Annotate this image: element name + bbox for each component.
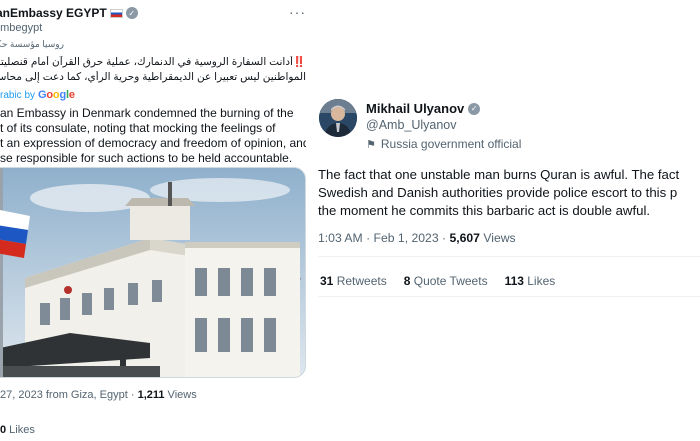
avatar[interactable] xyxy=(319,99,357,137)
right-tweet: Mikhail Ulyanov ✓ @Amb_Ulyanov ⚑ Russia … xyxy=(306,88,700,303)
divider xyxy=(318,256,700,257)
left-tweet-header: anEmbassy EGYPT ✓ embegypt ··· xyxy=(0,2,312,36)
avatar-portrait-icon xyxy=(319,99,357,137)
translated-by-google[interactable]: rabic by Google xyxy=(0,89,75,101)
right-views-count: 5,607 xyxy=(449,231,480,245)
divider xyxy=(318,296,700,297)
left-views-label: Views xyxy=(164,389,197,401)
left-tweet-body: an Embassy in Denmark condemned the burn… xyxy=(0,106,310,166)
translated-by-label: rabic by xyxy=(0,89,36,101)
double-exclamation-icon: ‼️ xyxy=(292,56,306,68)
right-views-label: Views xyxy=(479,231,516,245)
left-body-line: an Embassy in Denmark condemned the burn… xyxy=(0,106,294,120)
quote-tweets-stat[interactable]: 8 Quote Tweets xyxy=(404,274,488,288)
embassy-building-illustration xyxy=(0,168,305,377)
right-display-name[interactable]: Mikhail Ulyanov xyxy=(366,101,464,116)
right-handle[interactable]: @Amb_Ulyanov xyxy=(366,118,457,132)
left-handle[interactable]: embegypt xyxy=(0,22,42,34)
right-timestamp[interactable]: 1:03 AM · Feb 1, 2023 · xyxy=(318,231,449,245)
left-body-line: t of its consulate, noting that mocking … xyxy=(0,121,276,135)
left-account-label: روسيا مؤسسة حكو xyxy=(0,39,64,49)
government-label-text: Russia government official xyxy=(380,137,522,151)
left-tweet-meta: 27, 2023 from Giza, Egypt · 1,211 Views xyxy=(0,389,197,401)
russia-flag-icon xyxy=(109,8,123,18)
left-tweet-stats[interactable]: 0 Likes xyxy=(0,424,35,436)
left-display-name[interactable]: anEmbassy EGYPT xyxy=(0,6,107,20)
right-tweet-stats: 31 Retweets 8 Quote Tweets 113 Likes xyxy=(320,274,555,288)
left-arabic-line-1: ‼️أدانت السفارة الروسية في الدنمارك، عمل… xyxy=(0,56,306,68)
right-body-line: The fact that one unstable man burns Qur… xyxy=(318,167,680,182)
government-flag-icon: ⚑ xyxy=(366,138,376,151)
retweets-stat[interactable]: 31 Retweets xyxy=(320,274,387,288)
embassy-building-photo[interactable] xyxy=(0,167,306,378)
right-tweet-body: The fact that one unstable man burns Qur… xyxy=(318,166,700,220)
left-tweet: anEmbassy EGYPT ✓ embegypt ··· روسيا مؤس… xyxy=(0,0,312,441)
left-arabic-line-2: المواطنين ليس تعبيرا عن الديمقراطية وحري… xyxy=(0,71,306,83)
government-label[interactable]: ⚑ Russia government official xyxy=(366,137,521,151)
right-body-line: the moment he commits this barbaric act … xyxy=(318,203,651,218)
right-tweet-meta: 1:03 AM · Feb 1, 2023 · 5,607 Views xyxy=(318,231,516,245)
more-dots-icon[interactable]: ··· xyxy=(289,4,306,20)
left-likes-label: Likes xyxy=(6,424,35,436)
right-name-row[interactable]: Mikhail Ulyanov ✓ xyxy=(366,101,481,116)
left-body-line: t an expression of democracy and freedom… xyxy=(0,136,310,150)
left-views-count: 1,211 xyxy=(137,389,165,401)
left-timestamp[interactable]: 27, 2023 from Giza, Egypt · xyxy=(0,389,138,401)
right-body-line: Swedish and Danish authorities provide p… xyxy=(318,185,678,200)
left-body-line: se responsible for such actions to be he… xyxy=(0,151,293,165)
verified-badge-icon: ✓ xyxy=(468,102,481,115)
google-logo: Google xyxy=(38,89,75,101)
left-name-row[interactable]: anEmbassy EGYPT ✓ xyxy=(0,6,138,20)
likes-stat[interactable]: 113 Likes xyxy=(505,274,556,288)
verified-badge-icon: ✓ xyxy=(125,7,138,19)
